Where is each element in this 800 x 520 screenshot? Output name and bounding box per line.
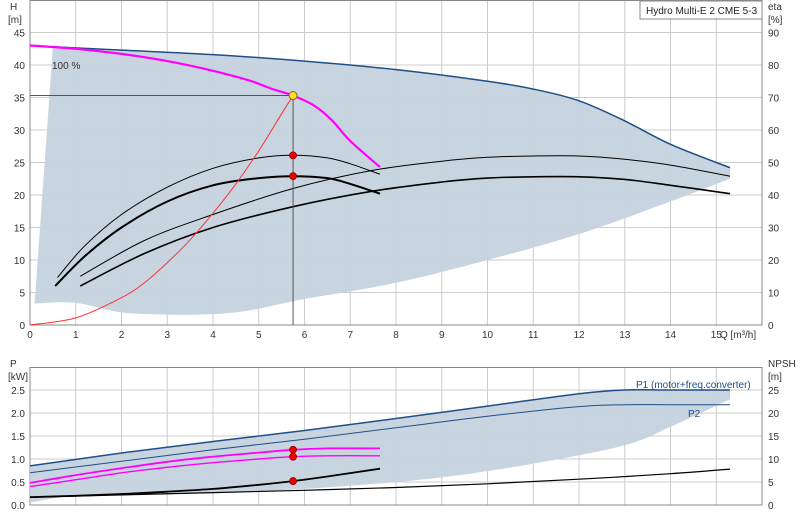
y-tick-label-right: 60 bbox=[768, 126, 780, 137]
y-tick-label-left: 35 bbox=[14, 94, 26, 105]
x-tick-label: 14 bbox=[665, 330, 677, 341]
panel-1: 0.0 0.5 1.0 1.5 2.0 2.5 0 5 10 15 20 25 P [kW] NPSH [m]… bbox=[8, 359, 796, 512]
y-tick-label-left: 1.5 bbox=[11, 432, 25, 443]
y-tick-label-right: 10 bbox=[768, 455, 780, 466]
x-tick-label: 10 bbox=[482, 330, 494, 341]
x-tick-label: 7 bbox=[347, 330, 353, 341]
operating-point-marker bbox=[289, 172, 297, 181]
x-tick-label: 5 bbox=[256, 330, 262, 341]
y-tick-label-left: 1.0 bbox=[11, 455, 25, 466]
y-tick-label-right: 15 bbox=[768, 432, 780, 443]
operating-envelope bbox=[34, 46, 731, 315]
x-tick-label: 1 bbox=[73, 330, 79, 341]
y-tick-label-right: 30 bbox=[768, 224, 780, 235]
x-tick-label: 3 bbox=[164, 330, 170, 341]
pump-performance-chart: 0 5 10 15 20 25 30 35 40 45 0 10 20 30 40 50 60 70 80 90 H [m… bbox=[0, 0, 800, 520]
power-point-marker bbox=[289, 452, 297, 461]
x-tick-label: 4 bbox=[210, 330, 216, 341]
y-axis-unit-left: [m] bbox=[8, 15, 22, 26]
y-tick-label-right: 80 bbox=[768, 61, 780, 72]
x-axis-label: Q [m³/h] bbox=[720, 330, 756, 341]
y-tick-label-right: 5 bbox=[768, 478, 774, 489]
y-tick-label-left: 2.0 bbox=[11, 409, 25, 420]
power-point-marker bbox=[289, 445, 297, 454]
y-axis-label-left: H bbox=[10, 2, 17, 13]
y-tick-label-left: 30 bbox=[14, 126, 26, 137]
y-tick-label-right: 20 bbox=[768, 256, 780, 267]
x-tick-label: 9 bbox=[439, 330, 445, 341]
operating-point-marker bbox=[289, 151, 297, 160]
y-tick-label-right: 50 bbox=[768, 159, 780, 170]
y-tick-label-left: 0 bbox=[19, 321, 25, 332]
y-axis-label-right: eta bbox=[768, 2, 782, 13]
y-tick-label-left: 0.5 bbox=[11, 478, 25, 489]
y-tick-label-left: 25 bbox=[14, 159, 26, 170]
y-tick-label-left: 45 bbox=[14, 29, 26, 40]
y-tick-label-right: 0 bbox=[768, 321, 774, 332]
y-tick-label-right: 90 bbox=[768, 29, 780, 40]
chart-canvas: 0510152025303540450102030405060708090H[m… bbox=[8, 0, 796, 512]
y-tick-label-left: 15 bbox=[14, 224, 26, 235]
speed-annotation: 100 % bbox=[52, 61, 80, 72]
x-tick-label: 6 bbox=[302, 330, 308, 341]
x-tick-label: 2 bbox=[119, 330, 125, 341]
chart-title: Hydro Multi-E 2 CME 5-3 bbox=[646, 6, 758, 17]
y-tick-label-right: 10 bbox=[768, 289, 780, 300]
y-tick-label-left: 0.0 bbox=[11, 501, 25, 512]
y-tick-label-left: 5 bbox=[19, 289, 25, 300]
x-tick-label: 0 bbox=[27, 330, 33, 341]
y-tick-label-right: 20 bbox=[768, 409, 780, 420]
x-tick-label: 8 bbox=[393, 330, 399, 341]
x-tick-label: 12 bbox=[573, 330, 585, 341]
y-tick-label-right: 40 bbox=[768, 191, 780, 202]
duty-point-marker bbox=[288, 91, 298, 101]
y-axis-label-left: P bbox=[10, 359, 17, 370]
x-tick-label: 11 bbox=[528, 330, 539, 341]
y-tick-label-left: 40 bbox=[14, 61, 26, 72]
y-tick-label-left: 2.5 bbox=[11, 386, 25, 397]
x-tick-label: 13 bbox=[619, 330, 631, 341]
y-tick-label-right: 25 bbox=[768, 386, 780, 397]
y-axis-unit-left: [kW] bbox=[8, 372, 28, 383]
y-tick-label-left: 10 bbox=[14, 256, 26, 267]
y-tick-label-left: 20 bbox=[14, 191, 26, 202]
y-axis-unit-right: [m] bbox=[768, 372, 782, 383]
y-tick-label-right: 70 bbox=[768, 94, 780, 105]
y-axis-unit-right: [%] bbox=[768, 15, 783, 26]
p1-label: P1 (motor+freq.converter) bbox=[636, 380, 751, 391]
y-tick-label-right: 0 bbox=[768, 501, 774, 512]
power-point-marker bbox=[289, 477, 297, 485]
y-axis-label-right: NPSH bbox=[768, 359, 796, 370]
panel-0: 0510152025303540450102030405060708090H[m… bbox=[8, 0, 783, 341]
p2-label: P2 bbox=[688, 409, 701, 420]
